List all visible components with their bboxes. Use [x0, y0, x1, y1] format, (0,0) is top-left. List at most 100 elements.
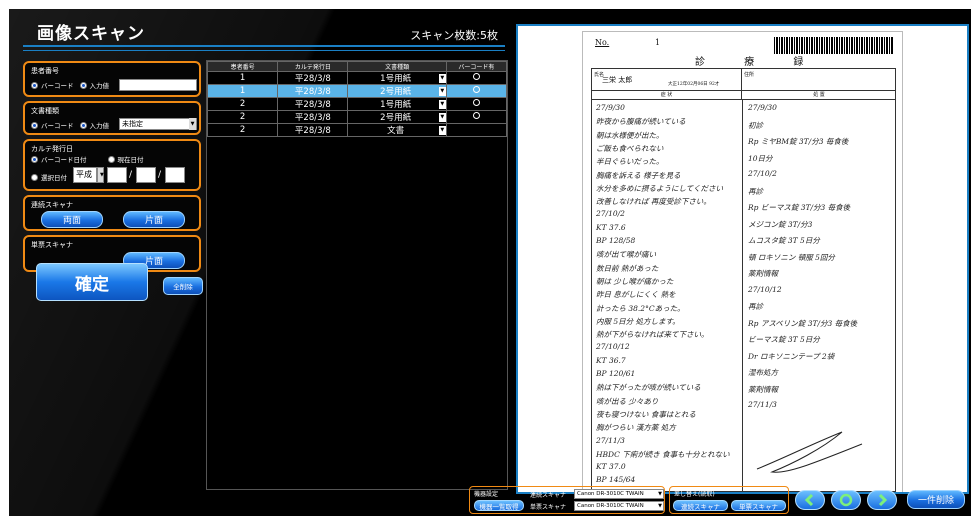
doc-title: 診 療 録: [695, 57, 822, 68]
device-list-button[interactable]: 機器一覧取得: [474, 500, 524, 511]
chevron-down-icon[interactable]: ▼: [438, 112, 446, 122]
era-select[interactable]: 平成: [73, 167, 97, 183]
date-select-radio[interactable]: [31, 173, 38, 181]
cell-date: 平28/3/8: [277, 110, 349, 124]
handwritten-line: 27/10/2: [596, 209, 625, 219]
handwritten-line: 数日前 熱があった: [596, 263, 659, 273]
handwritten-line: 初診: [748, 120, 763, 130]
cell-barcode[interactable]: [445, 110, 508, 124]
table-row[interactable]: 2 平28/3/8 2号用紙 ▼: [206, 110, 508, 124]
date-select-option: 選択日付: [31, 172, 67, 182]
handwritten-line: 27/10/2: [748, 169, 777, 178]
address-cell: 住所: [742, 69, 896, 91]
month-input[interactable]: [136, 167, 156, 183]
chevron-down-icon[interactable]: ▼: [189, 118, 196, 130]
rescan-single-button[interactable]: 単票スキャナ: [731, 500, 786, 511]
table-row[interactable]: 2 平28/3/8 1号用紙 ▼: [206, 97, 508, 111]
date-today-radio[interactable]: [107, 155, 115, 163]
device-settings-label: 機器設定: [474, 491, 499, 498]
next-page-button[interactable]: [867, 490, 897, 510]
cell-date: 平28/3/8: [277, 97, 349, 111]
handwritten-line: BP 128/58: [596, 236, 636, 245]
handwritten-line: Rp ビーマス錠 3T/分3 毎食後: [748, 203, 851, 212]
era-chevron-icon[interactable]: ▼: [97, 167, 104, 183]
doc-type-barcode-label: バーコード: [41, 122, 74, 130]
cell-date: 平28/3/8: [277, 84, 349, 98]
year-input[interactable]: [107, 167, 127, 183]
patient-number-group: 患者番号 バーコード 入力値: [23, 61, 201, 97]
single-scanner-setting-label: 単票スキャナ: [530, 504, 567, 511]
prev-page-button[interactable]: [795, 490, 825, 510]
patient-input-radio[interactable]: [79, 81, 87, 89]
scan-table: 患者番号 カルテ発行日 文書種類 バーコード有 1 平28/3/8 1号用紙 ▼ …: [206, 60, 508, 490]
patient-name: 三栄 太郎: [602, 76, 633, 84]
handwritten-line: 咳が出る 少々あり: [596, 396, 659, 406]
table-row[interactable]: 2 平28/3/8 文書 ▼: [206, 123, 508, 137]
handwritten-line: ビーマス錠 3T 5日分: [748, 335, 820, 344]
address-label: 住所: [744, 72, 755, 78]
table-row[interactable]: 1 平28/3/8 2号用紙 ▼: [206, 84, 508, 98]
barcode-image: [774, 37, 894, 54]
cell-doctype[interactable]: 2号用紙 ▼: [347, 110, 447, 124]
handwritten-line: 27/10/12: [748, 284, 782, 294]
barcode-radio[interactable]: [472, 99, 480, 106]
col-header-doctype: 文書種類: [347, 61, 447, 72]
cell-barcode[interactable]: [445, 97, 508, 111]
doc-type-barcode-radio[interactable]: [31, 121, 38, 129]
chevron-down-icon[interactable]: ▼: [438, 125, 446, 135]
name-cell: 氏名 三栄 太郎 大正12年02月06日 92才: [592, 69, 742, 91]
handwritten-line: 昨夜から腹痛が続いている: [596, 117, 686, 127]
col-header-date: カルテ発行日: [277, 61, 349, 72]
chevron-down-icon[interactable]: ▼: [438, 99, 446, 109]
cell-barcode[interactable]: [445, 84, 508, 98]
handwritten-line: ご飯も食べられない: [596, 143, 664, 153]
date-barcode-label: バーコード日付: [41, 156, 87, 164]
patient-number-input[interactable]: [119, 79, 197, 91]
handwritten-line: 27/9/30: [596, 103, 625, 112]
patient-barcode-radio[interactable]: [31, 81, 38, 89]
col-right-header: 処 置: [742, 91, 896, 100]
patient-input-label: 入力値: [89, 82, 110, 90]
day-input[interactable]: [165, 167, 185, 183]
doc-type-input-radio[interactable]: [79, 121, 87, 129]
doc-type-group: 文書種類 バーコード 入力値 未指定 ▼: [23, 101, 201, 135]
handwritten-line: ムコスタ錠 3T 5日分: [748, 236, 820, 245]
device-settings-group: 機器設定 機器一覧取得 連続スキャナ Canon DR-3010C TWAIN …: [469, 486, 665, 514]
cell-barcode[interactable]: [445, 71, 508, 85]
chevron-down-icon[interactable]: ▼: [438, 86, 446, 96]
barcode-radio[interactable]: [472, 73, 480, 80]
handwritten-line: 湿布処方: [748, 368, 778, 377]
barcode-radio[interactable]: [472, 86, 480, 93]
cell-doctype[interactable]: 2号用紙 ▼: [347, 84, 447, 98]
header: 画像スキャン スキャン枚数:5枚: [9, 9, 505, 57]
cell-doctype[interactable]: 文書 ▼: [347, 123, 447, 137]
handwritten-line: HBDC 下痢が続き 食事も十分とれない: [596, 449, 730, 459]
handwritten-line: 薬剤情報: [748, 384, 778, 394]
doctype-value: 1号用紙: [380, 74, 412, 84]
handwritten-line: 熱は下がったが咳が続いている: [596, 383, 701, 393]
cell-doctype[interactable]: 1号用紙 ▼: [347, 97, 447, 111]
doc-type-select[interactable]: 未指定 ▼: [119, 118, 197, 130]
barcode-radio[interactable]: [472, 112, 480, 119]
handwritten-line: KT 37.0: [596, 462, 626, 472]
refresh-button[interactable]: [831, 490, 861, 510]
single-scanner-select[interactable]: Canon DR-3010C TWAIN: [574, 501, 664, 511]
table-header-row: 患者番号 カルテ発行日 文書種類 バーコード有: [206, 61, 508, 72]
handwritten-line: 10日分: [748, 153, 773, 163]
chevron-down-icon[interactable]: ▼: [438, 73, 446, 83]
cell-doctype[interactable]: 1号用紙 ▼: [347, 71, 447, 85]
scan-count: スキャン枚数:5枚: [410, 29, 498, 42]
rescan-duplex-button[interactable]: 連続スキャナ: [673, 500, 728, 511]
duplex-scanner-select[interactable]: Canon DR-3010C TWAIN: [574, 489, 664, 499]
patient-barcode-label: バーコード: [41, 82, 74, 90]
doc-no-value: 1: [655, 38, 661, 47]
delete-one-button[interactable]: 一件削除: [907, 490, 965, 509]
duplex-single-button[interactable]: 片面: [123, 211, 185, 228]
patient-number-options: バーコード 入力値: [31, 80, 109, 90]
date-barcode-radio[interactable]: [31, 155, 38, 163]
doc-type-input-label: 入力値: [89, 122, 110, 130]
duplex-both-button[interactable]: 両面: [41, 211, 103, 228]
clear-all-button[interactable]: 全削除: [163, 277, 203, 295]
confirm-button[interactable]: 確定: [36, 263, 148, 301]
table-row[interactable]: 1 平28/3/8 1号用紙 ▼: [206, 71, 508, 85]
